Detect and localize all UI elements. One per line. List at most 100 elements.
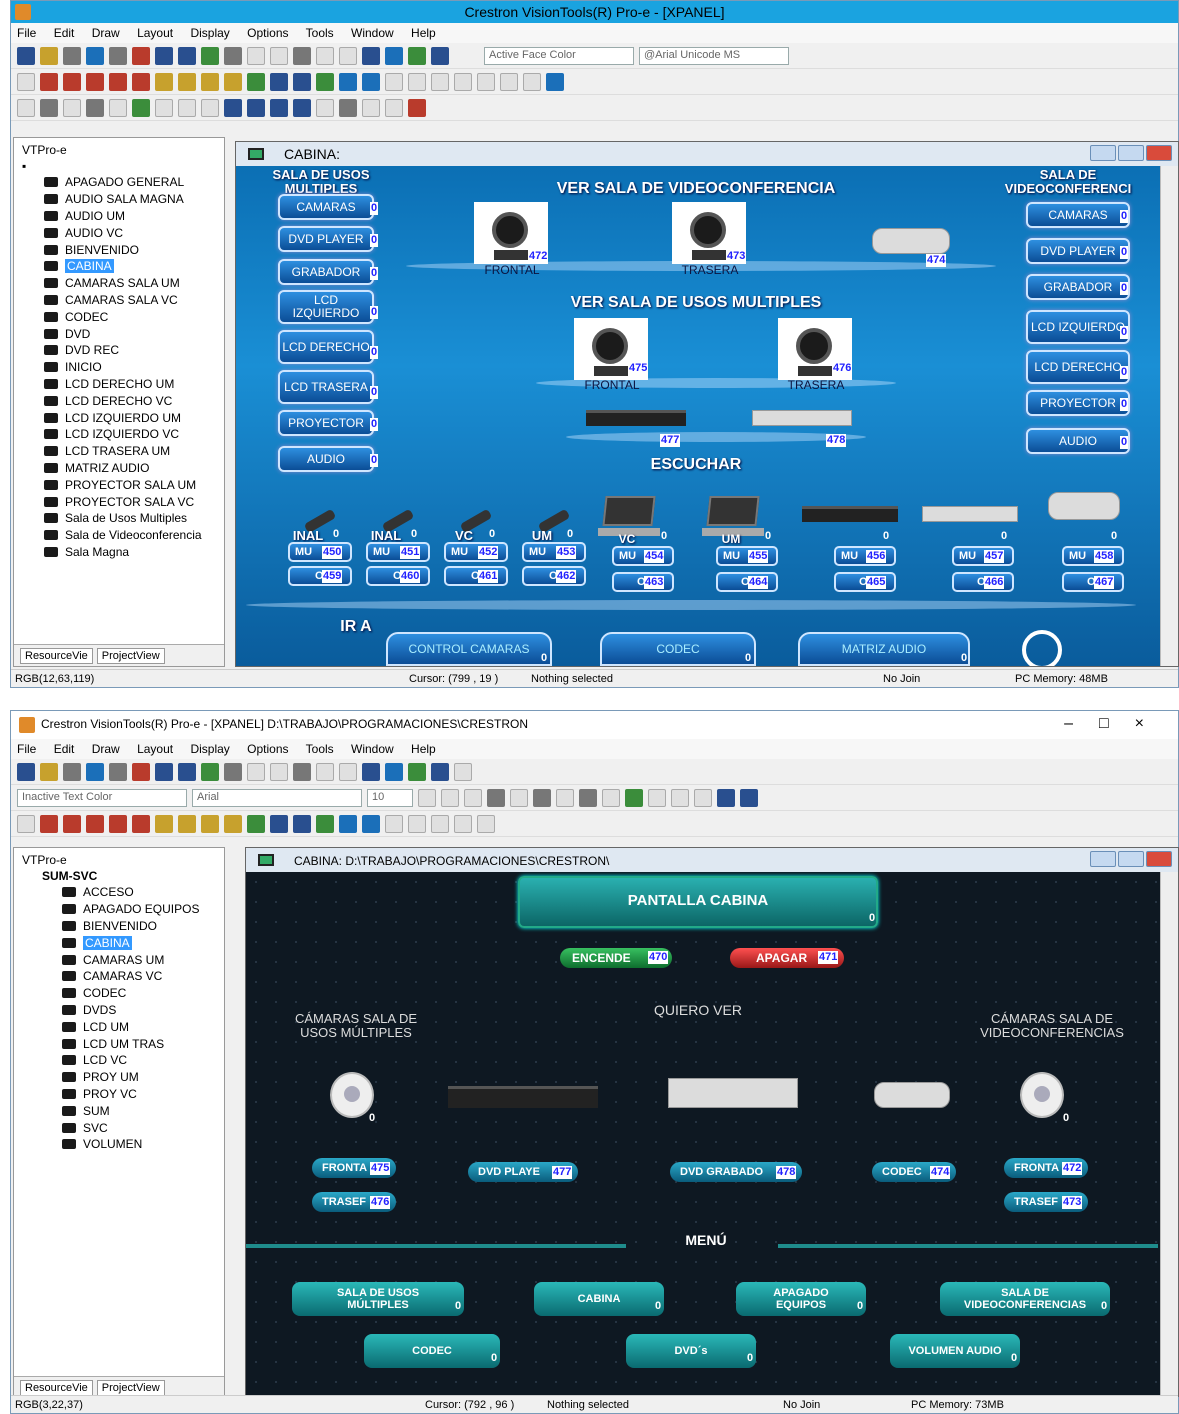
tree-item[interactable]: BIENVENIDO bbox=[18, 241, 220, 258]
undo-icon[interactable] bbox=[316, 762, 334, 781]
tree-item[interactable]: SVC bbox=[18, 1119, 220, 1136]
mute-button[interactable]: MU 457 bbox=[952, 546, 1014, 566]
restore-button[interactable] bbox=[1118, 145, 1144, 161]
align-icon[interactable] bbox=[40, 814, 58, 833]
redo-icon[interactable] bbox=[339, 762, 357, 781]
tree-item[interactable]: PROY VC bbox=[18, 1086, 220, 1103]
gauge-icon[interactable] bbox=[648, 788, 666, 807]
color-icon-2[interactable] bbox=[270, 814, 288, 833]
align-icon-2[interactable] bbox=[63, 72, 81, 91]
side-button-right[interactable]: AUDIO bbox=[1026, 428, 1130, 454]
on-button[interactable]: O 465 bbox=[834, 572, 896, 592]
menu-file[interactable]: File bbox=[17, 742, 36, 756]
menu-display[interactable]: Display bbox=[190, 742, 229, 756]
tree-item[interactable]: CABINA bbox=[18, 934, 220, 951]
tree-item[interactable]: PROYECTOR SALA UM bbox=[18, 476, 220, 493]
window-controls[interactable]: –□× bbox=[1064, 711, 1170, 737]
tree-item[interactable]: SUM bbox=[18, 1102, 220, 1119]
clock-icon[interactable] bbox=[316, 98, 334, 117]
tool-icon-4[interactable] bbox=[454, 72, 472, 91]
video-icon[interactable] bbox=[339, 98, 357, 117]
align-icon-3[interactable] bbox=[86, 72, 104, 91]
play-icon[interactable] bbox=[454, 762, 472, 781]
tree-item[interactable]: LCD IZQUIERDO VC bbox=[18, 426, 220, 443]
color-icon[interactable] bbox=[247, 72, 265, 91]
tree-item[interactable]: CAMARAS UM bbox=[18, 951, 220, 968]
frame-icon[interactable] bbox=[694, 788, 712, 807]
side-button-left[interactable]: CAMARAS bbox=[278, 194, 374, 220]
fill-icon[interactable] bbox=[487, 788, 505, 807]
tool-icon-7[interactable] bbox=[523, 72, 541, 91]
color-icon-4[interactable] bbox=[316, 814, 334, 833]
pantalla-cabina-button[interactable]: PANTALLA CABINA bbox=[518, 876, 878, 928]
on-button[interactable]: O 466 bbox=[952, 572, 1014, 592]
face-color-select[interactable]: Active Face Color bbox=[484, 46, 634, 65]
side-button-left[interactable]: PROYECTOR bbox=[278, 410, 374, 436]
image-icon[interactable] bbox=[625, 788, 643, 807]
menu-options[interactable]: Options bbox=[247, 26, 288, 40]
tree-root[interactable]: VTPro-e bbox=[18, 852, 220, 868]
open-icon[interactable] bbox=[40, 46, 58, 65]
mute-button[interactable]: MU 452 bbox=[444, 542, 508, 562]
side-button-right[interactable]: GRABADOR bbox=[1026, 274, 1130, 300]
close-button[interactable] bbox=[1146, 851, 1172, 867]
compile-icon[interactable] bbox=[132, 762, 150, 781]
side-button-right[interactable]: LCD IZQUIERDO bbox=[1026, 310, 1130, 344]
tool-icon-3[interactable] bbox=[431, 814, 449, 833]
print-icon[interactable] bbox=[224, 46, 242, 65]
size-icon[interactable] bbox=[155, 72, 173, 91]
side-button-left[interactable]: AUDIO bbox=[278, 446, 374, 472]
vertical-scrollbar[interactable] bbox=[1160, 872, 1178, 1396]
save-icon[interactable] bbox=[63, 762, 81, 781]
tree-item[interactable]: APAGADO GENERAL bbox=[18, 174, 220, 191]
select-icon[interactable] bbox=[510, 788, 528, 807]
properties-icon[interactable] bbox=[385, 762, 403, 781]
menu-draw[interactable]: Draw bbox=[92, 26, 120, 40]
project-icon[interactable] bbox=[86, 762, 104, 781]
tree-item[interactable]: APAGADO EQUIPOS bbox=[18, 901, 220, 918]
tool-icon-2[interactable] bbox=[408, 814, 426, 833]
arrow-icon[interactable] bbox=[40, 98, 58, 117]
subpage-icon[interactable] bbox=[178, 46, 196, 65]
on-button[interactable]: O 462 bbox=[522, 566, 586, 586]
menu-button[interactable]: APAGADO EQUIPOS bbox=[736, 1282, 866, 1316]
align-icon-3[interactable] bbox=[86, 814, 104, 833]
align-icon-4[interactable] bbox=[109, 72, 127, 91]
menu-tools[interactable]: Tools bbox=[306, 26, 334, 40]
tree-item[interactable]: CODEC bbox=[18, 985, 220, 1002]
button-icon[interactable] bbox=[671, 788, 689, 807]
tree-item[interactable]: LCD VC bbox=[18, 1052, 220, 1069]
menu-window[interactable]: Window bbox=[351, 26, 394, 40]
tab-resource-view[interactable]: ResourceVie bbox=[20, 647, 93, 664]
size-icon[interactable] bbox=[155, 814, 173, 833]
menu-button[interactable]: SALA DE USOS MÚLTIPLES bbox=[292, 1282, 464, 1316]
image-icon[interactable] bbox=[132, 98, 150, 117]
new-icon[interactable] bbox=[17, 762, 35, 781]
paste-icon[interactable] bbox=[293, 46, 311, 65]
misc-icon[interactable] bbox=[362, 98, 380, 117]
color-icon-4[interactable] bbox=[316, 72, 334, 91]
italic-icon[interactable] bbox=[441, 788, 459, 807]
tree-item[interactable]: Sala de Videoconferencia bbox=[18, 527, 220, 544]
tree-item[interactable]: PROYECTOR SALA VC bbox=[18, 493, 220, 510]
tree-item[interactable]: AUDIO VC bbox=[18, 224, 220, 241]
menu-draw[interactable]: Draw bbox=[92, 742, 120, 756]
menu-display[interactable]: Display bbox=[190, 26, 229, 40]
align-icon-4[interactable] bbox=[109, 814, 127, 833]
size-icon-2[interactable] bbox=[178, 72, 196, 91]
print-icon[interactable] bbox=[224, 762, 242, 781]
color-icon-2[interactable] bbox=[270, 72, 288, 91]
on-button[interactable]: O 460 bbox=[366, 566, 430, 586]
tree-item[interactable]: LCD UM bbox=[18, 1018, 220, 1035]
underline-icon[interactable] bbox=[464, 788, 482, 807]
tab-project-view[interactable]: ProjectView bbox=[96, 1379, 165, 1396]
layers-icon[interactable] bbox=[362, 762, 380, 781]
mute-button[interactable]: MU 453 bbox=[522, 542, 586, 562]
menu-help[interactable]: Help bbox=[411, 26, 436, 40]
compile-icon[interactable] bbox=[132, 46, 150, 65]
tab-project-view[interactable]: ProjectView bbox=[96, 647, 165, 664]
vertical-scrollbar[interactable] bbox=[1160, 166, 1178, 666]
tool-icon-8[interactable] bbox=[546, 72, 564, 91]
tab-resource-view[interactable]: ResourceVie bbox=[20, 1379, 93, 1396]
tree-item[interactable]: DVD bbox=[18, 325, 220, 342]
